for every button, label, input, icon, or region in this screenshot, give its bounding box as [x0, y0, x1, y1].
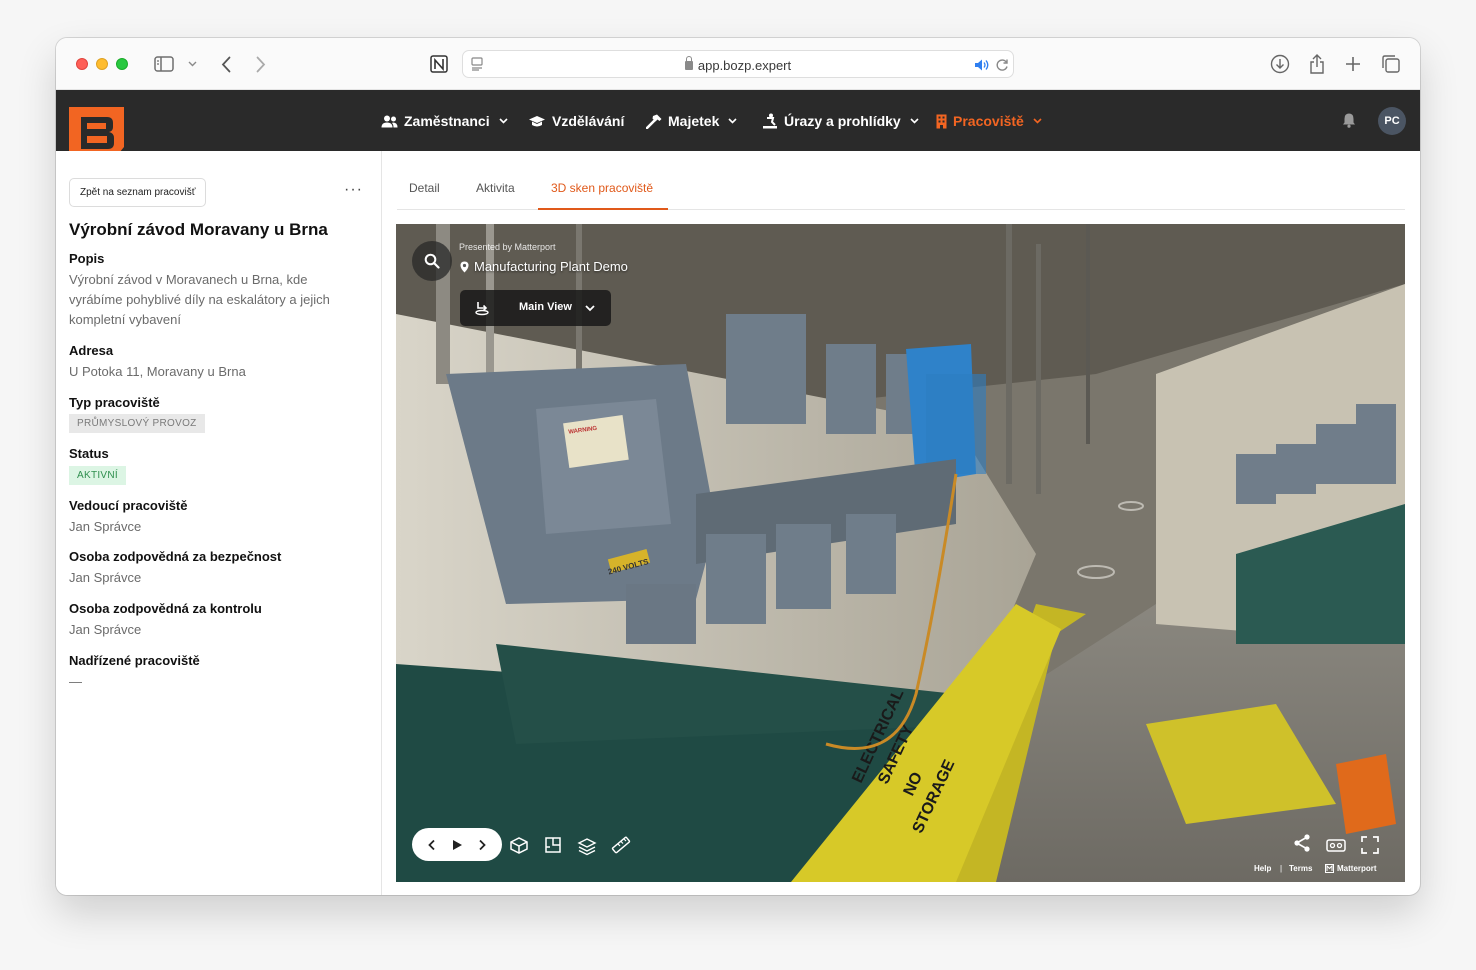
viewer-search-button[interactable]	[412, 241, 452, 281]
lock-icon	[684, 56, 693, 70]
presented-by-label: Presented by Matterport	[459, 242, 556, 252]
forward-arrow-icon[interactable]	[252, 53, 270, 75]
browser-toolbar: app.bozp.expert	[56, 38, 1420, 90]
users-icon	[381, 115, 398, 127]
back-arrow-icon[interactable]	[217, 53, 235, 75]
field-label-vedouci: Vedoucí pracoviště	[69, 498, 188, 513]
floorplan-icon[interactable]	[542, 834, 564, 856]
workplace-detail-panel: Zpět na seznam pracovišť ··· Výrobní záv…	[56, 151, 382, 895]
model-name: Manufacturing Plant Demo	[474, 259, 628, 274]
nav-item-label: Majetek	[668, 113, 720, 129]
nav-item-label: Pracoviště	[953, 113, 1024, 129]
chevron-down-icon[interactable]	[186, 57, 198, 71]
dollhouse-icon[interactable]	[508, 834, 530, 856]
chevron-down-icon	[910, 118, 919, 124]
chevron-down-icon	[499, 118, 508, 124]
field-label-adresa: Adresa	[69, 343, 114, 358]
location-pin-icon	[460, 261, 469, 272]
field-value-popis: Výrobní závod v Moravanech u Brna, kde v…	[69, 272, 330, 327]
measure-icon[interactable]	[610, 834, 632, 856]
hammer-icon	[646, 114, 662, 129]
field-label-popis: Popis	[69, 251, 105, 266]
field-label-status: Status	[69, 446, 109, 461]
nav-urazy[interactable]: Úrazy a prohlídky	[762, 112, 919, 130]
zoom-window-button[interactable]	[116, 58, 128, 70]
matterport-logo-icon	[1325, 864, 1334, 873]
sidebar-toggle-icon[interactable]	[153, 55, 175, 73]
nav-vzdelavani[interactable]: Vzdělávání	[528, 112, 624, 130]
chevron-down-icon	[1033, 118, 1042, 124]
vr-headset-icon[interactable]	[1325, 834, 1347, 856]
download-icon[interactable]	[1269, 53, 1291, 75]
field-value-nadrizene: —	[69, 674, 82, 689]
field-label-kontrola: Osoba zodpovědná za kontrolu	[69, 601, 262, 616]
injury-icon	[763, 113, 777, 129]
bell-icon[interactable]	[1342, 112, 1358, 130]
close-window-button[interactable]	[76, 58, 88, 70]
play-icon[interactable]	[451, 839, 463, 851]
reload-icon[interactable]	[994, 56, 1010, 74]
field-label-nadrizene: Nadřízené pracoviště	[69, 653, 200, 668]
model-title[interactable]: Manufacturing Plant Demo	[460, 259, 628, 274]
share-icon[interactable]	[1291, 832, 1313, 854]
new-tab-icon[interactable]	[1343, 53, 1363, 75]
field-label-bezpecnost: Osoba zodpovědná za bezpečnost	[69, 549, 282, 564]
user-avatar[interactable]: PC	[1378, 107, 1406, 135]
tab-3d-scan[interactable]: 3D sken pracoviště	[551, 181, 653, 195]
notion-icon[interactable]	[428, 53, 450, 75]
matterport-3d-viewer[interactable]: 240 VOLTS WARNING ELECTRICAL SAFETY NO S…	[396, 224, 1405, 882]
chevron-down-icon	[728, 118, 737, 124]
tab-overview-icon[interactable]	[1380, 53, 1402, 75]
type-badge: PRŮMYSLOVÝ PROVOZ	[69, 414, 205, 433]
matterport-brand-link[interactable]: Matterport	[1325, 864, 1377, 873]
view-switch-icon	[475, 302, 489, 316]
building-icon	[936, 114, 947, 129]
viewer-help-link[interactable]: Help	[1254, 864, 1271, 873]
address-bar[interactable]: app.bozp.expert	[462, 50, 1014, 78]
previous-icon[interactable]	[427, 839, 437, 851]
nav-pracoviste[interactable]: Pracoviště	[936, 112, 1042, 130]
share-icon[interactable]	[1307, 52, 1327, 76]
nav-zamestnanci[interactable]: Zaměstnanci	[381, 112, 508, 130]
tab-aktivita[interactable]: Aktivita	[476, 181, 515, 195]
page-title: Výrobní závod Moravany u Brna	[69, 220, 328, 239]
matterport-brand-label: Matterport	[1337, 864, 1377, 873]
nav-item-label: Zaměstnanci	[404, 113, 490, 129]
floors-icon[interactable]	[576, 834, 598, 856]
field-value-bezpecnost: Jan Správce	[69, 570, 142, 585]
status-badge: AKTIVNÍ	[69, 466, 126, 485]
nav-majetek[interactable]: Majetek	[646, 112, 737, 130]
main-view-dropdown[interactable]: Main View	[460, 290, 611, 326]
detail-tabs: Detail Aktivita 3D sken pracoviště	[397, 151, 1405, 210]
browser-window: app.bozp.expert Zaměstnanci Vzdělávání M…	[56, 38, 1420, 895]
chevron-down-icon	[585, 305, 595, 312]
fullscreen-icon[interactable]	[1359, 834, 1381, 856]
viewer-terms-link[interactable]: Terms	[1289, 864, 1312, 873]
more-options-icon[interactable]: ···	[344, 181, 363, 199]
url-text: app.bozp.expert	[697, 58, 792, 73]
tab-detail[interactable]: Detail	[409, 181, 440, 195]
app-header: Zaměstnanci Vzdělávání Majetek Úrazy a p…	[56, 90, 1420, 159]
minimize-window-button[interactable]	[96, 58, 108, 70]
field-label-typ: Typ pracoviště	[69, 395, 160, 410]
field-value-adresa: U Potoka 11, Moravany u Brna	[69, 364, 246, 379]
active-tab-indicator	[538, 208, 668, 210]
nav-item-label: Úrazy a prohlídky	[784, 113, 901, 129]
speaker-icon[interactable]	[974, 57, 990, 73]
next-icon[interactable]	[477, 839, 487, 851]
back-to-list-button[interactable]: Zpět na seznam pracovišť	[69, 178, 207, 207]
footer-separator: |	[1280, 864, 1283, 873]
field-value-vedouci: Jan Správce	[69, 519, 142, 534]
nav-item-label: Vzdělávání	[552, 113, 625, 129]
search-icon	[424, 253, 440, 269]
graduation-cap-icon	[529, 115, 545, 126]
main-view-label: Main View	[519, 301, 572, 313]
tour-playback-controls	[412, 828, 502, 861]
field-value-kontrola: Jan Správce	[69, 622, 142, 637]
